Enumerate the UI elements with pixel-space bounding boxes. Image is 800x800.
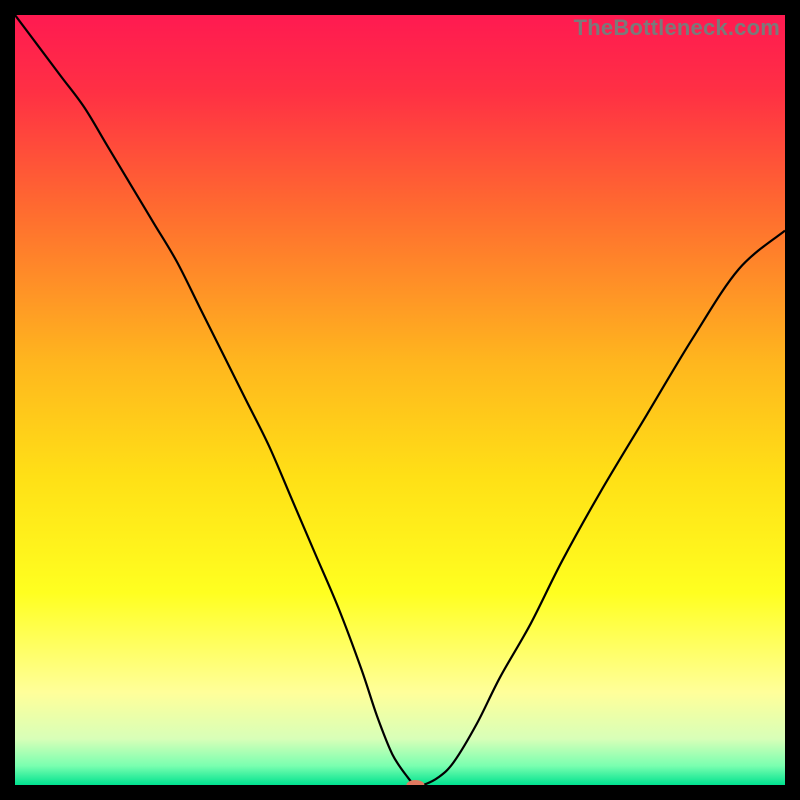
gradient-background: [15, 15, 785, 785]
chart-svg: [15, 15, 785, 785]
bottleneck-chart: TheBottleneck.com: [15, 15, 785, 785]
